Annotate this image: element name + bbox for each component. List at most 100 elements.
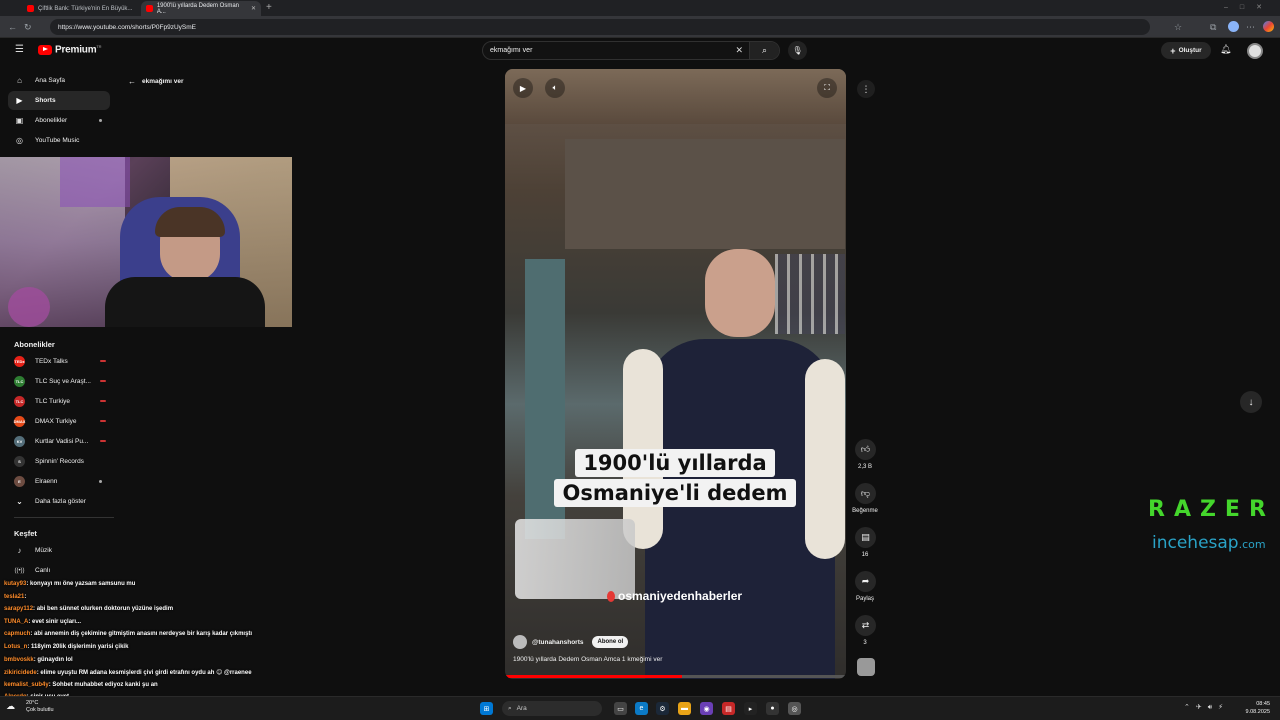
arrow-down-icon: ↓ <box>1248 396 1254 408</box>
chat-message: kutay93: konyayı mı öne yazsam samsunu m… <box>4 581 135 587</box>
sidebar-item-shorts[interactable]: ▶ Shorts <box>8 91 110 110</box>
incehesap-logo: incehesap.com <box>1152 533 1266 553</box>
caption-line-1: 1900'lü yıllarda <box>575 449 775 477</box>
chat-message: kemalist_sub4y: Sohbet muhabbet ediyoz k… <box>4 682 158 688</box>
fullscreen-button[interactable]: ⛶ <box>817 78 837 98</box>
video-progress-track[interactable] <box>505 675 846 678</box>
discord-icon[interactable]: ◉ <box>700 702 713 715</box>
thumbs-down-icon: 👎︎ <box>860 488 871 498</box>
video-channel-row: @tunahanshorts Abone ol <box>513 635 629 649</box>
profile-avatar[interactable] <box>1228 21 1239 32</box>
edge-icon[interactable]: e <box>635 702 648 715</box>
terminal-icon[interactable]: ▸ <box>744 702 757 715</box>
sidebar-sub-item[interactable]: TLC TLC Turkiye <box>8 392 110 411</box>
weather-widget[interactable]: 20°C Çok bulutlu <box>26 700 54 714</box>
sidebar-item-live[interactable]: ((•)) Canlı <box>8 561 110 580</box>
search-input[interactable]: ekmağımı ver ✕ ⌕ <box>482 41 780 60</box>
shorts-icon: ▶ <box>16 96 23 105</box>
account-avatar[interactable] <box>1247 43 1263 59</box>
search-button[interactable]: ⌕ <box>749 42 779 59</box>
remix-button[interactable]: ⇄ <box>855 615 876 636</box>
browser-tab-bar: Çiftlik Bank: Türkiye'nin En Büyük... 19… <box>0 0 1280 16</box>
play-icon: ▶ <box>519 83 527 93</box>
video-window-bars <box>775 254 845 334</box>
live-indicator <box>100 440 106 442</box>
app-icon-red[interactable]: ▤ <box>722 702 735 715</box>
app-icon-gray[interactable]: ◎ <box>788 702 801 715</box>
close-tab-icon[interactable]: ✕ <box>251 5 256 12</box>
notifications-bell-icon[interactable]: 🔔︎ <box>1220 44 1231 55</box>
sidebar-sub-label: TEDx Talks <box>35 358 68 365</box>
windows-taskbar: ☁ 20°C Çok bulutlu ⊞ ⌕ Ara ▭ e ⚙ ▬ ◉ ▤ ▸… <box>0 696 1280 720</box>
sidebar-sub-label: Spinnin' Records <box>35 458 84 465</box>
sidebar-item-music[interactable]: ♪ Müzik <box>8 541 110 560</box>
task-view-icon[interactable]: ▭ <box>614 702 627 715</box>
play-button[interactable]: ▶ <box>513 78 533 98</box>
plus-icon: + <box>1170 45 1176 56</box>
sidebar-sub-item[interactable]: S Spinnin' Records <box>8 452 110 471</box>
chat-message: bmbvoskk: günaydın lol <box>4 657 73 663</box>
sidebar-sub-item[interactable]: TEDx TEDx Talks <box>8 352 110 371</box>
back-to-search-link[interactable]: ← ekmağımı ver <box>128 77 184 86</box>
sidebar-item-home[interactable]: ⌂ Ana Sayfa <box>8 71 110 90</box>
show-more-button[interactable]: ⌄ Daha fazla göster <box>8 492 110 511</box>
chat-text: : <box>24 593 27 600</box>
taskbar-search[interactable]: ⌕ Ara <box>502 701 602 716</box>
url-field[interactable]: https://www.youtube.com/shorts/P0Fp9zUyS… <box>50 19 1150 35</box>
sidebar-sub-item[interactable]: DMAX DMAX Turkiye <box>8 412 110 431</box>
bookmark-star-icon[interactable]: ☆ <box>1174 16 1182 38</box>
obs-icon[interactable]: ● <box>766 702 779 715</box>
logo-text: Premium <box>55 44 97 56</box>
sidebar-sub-item[interactable]: E Elraenn <box>8 472 110 491</box>
comments-button[interactable]: ▤ <box>855 527 876 548</box>
steam-icon[interactable]: ⚙ <box>656 702 669 715</box>
sidebar-sub-item[interactable]: TLC TLC Suç ve Araşt... <box>8 372 110 391</box>
chat-text: : abi annemin diş çekimine gitmiştim ana… <box>30 631 253 638</box>
window-controls[interactable]: –□✕ <box>1224 3 1274 11</box>
reload-icon[interactable]: ↻ <box>24 16 32 38</box>
like-button[interactable]: 👍︎ <box>855 439 876 460</box>
file-explorer-icon[interactable]: ▬ <box>678 702 691 715</box>
taskbar-clock[interactable]: 08:45 9.08.2025 <box>1240 700 1270 716</box>
home-icon: ⌂ <box>17 76 22 85</box>
share-button[interactable]: ➦ <box>855 571 876 592</box>
live-indicator <box>100 380 106 382</box>
youtube-logo[interactable]: PremiumTR <box>38 44 102 56</box>
clear-search-icon[interactable]: ✕ <box>735 45 743 56</box>
browser-tab-2[interactable]: 1900'lü yıllarda Dedem Osman A... ✕ <box>141 1 261 16</box>
sidebar-item-subscriptions[interactable]: ▣ Abonelikler <box>8 111 110 130</box>
sidebar-item-youtube-music[interactable]: ◎ YouTube Music <box>8 131 110 150</box>
video-title: 1900'lü yıllarda Dedem Osman Amca 1 kmeğ… <box>513 656 663 663</box>
shorts-video-player[interactable]: ▶ 🔈︎ ⛶ 1900'lü yıllarda Osmaniye'li dede… <box>505 69 846 679</box>
chat-text: : günaydın lol <box>33 656 73 663</box>
channel-name[interactable]: @tunahanshorts <box>532 639 583 646</box>
system-tray-icons[interactable]: ⌃✈🔊︎⚡ <box>1184 703 1229 712</box>
music-note-icon: ♪ <box>17 546 22 555</box>
voice-search-button[interactable]: 🎙 <box>788 41 807 60</box>
sound-thumbnail[interactable] <box>857 658 875 676</box>
youtube-play-icon <box>38 44 52 55</box>
browser-tab-1[interactable]: Çiftlik Bank: Türkiye'nin En Büyük... <box>22 1 140 16</box>
windows-start-icon[interactable]: ⊞ <box>480 702 493 715</box>
webcam-purple-light <box>60 157 130 207</box>
chat-username: kemalist_sub4y <box>4 681 49 688</box>
mute-button[interactable]: 🔈︎ <box>545 78 565 98</box>
sidebar-sub-label: Daha fazla göster <box>35 498 86 505</box>
sidebar-divider <box>14 517 114 518</box>
weather-icon[interactable]: ☁ <box>6 701 15 712</box>
channel-avatar[interactable] <box>513 635 527 649</box>
more-options-button[interactable]: ⋮ <box>857 80 875 98</box>
hamburger-menu-icon[interactable]: ☰ <box>15 44 24 55</box>
subscribe-button[interactable]: Abone ol <box>592 636 629 648</box>
new-tab-icon[interactable]: + <box>266 2 272 13</box>
back-arrow-icon[interactable]: ← <box>8 16 17 38</box>
channel-avatar: DMAX <box>14 416 25 427</box>
extensions-icon[interactable]: ⧉ <box>1210 16 1216 38</box>
next-video-button[interactable]: ↓ <box>1240 391 1262 413</box>
create-button[interactable]: + Oluştur <box>1161 42 1211 59</box>
chat-username: capmuch <box>4 631 31 638</box>
dislike-button[interactable]: 👎︎ <box>855 483 876 504</box>
gemini-icon[interactable] <box>1263 21 1274 32</box>
sidebar-sub-item[interactable]: KV Kurtlar Vadisi Pu... <box>8 432 110 451</box>
browser-menu-icon[interactable]: ⋯ <box>1246 16 1255 38</box>
